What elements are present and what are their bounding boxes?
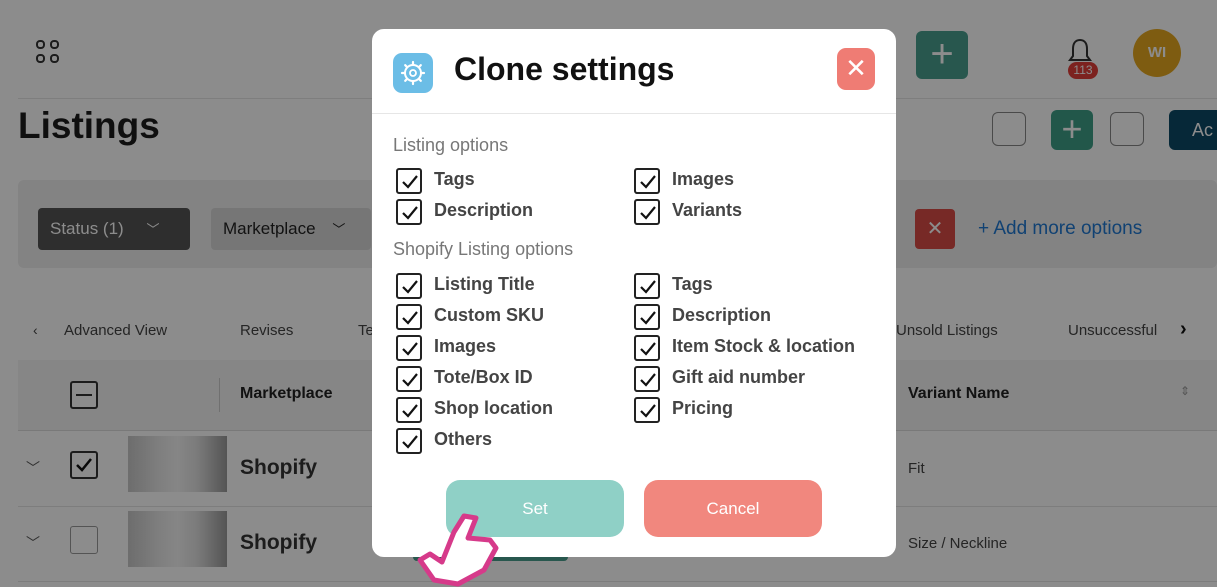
checkbox[interactable] — [634, 199, 660, 225]
option-label: Tags — [672, 274, 713, 294]
checkbox[interactable] — [634, 273, 660, 299]
option-label: Tags — [434, 169, 475, 189]
shopify-options-title: Shopify Listing options — [393, 239, 574, 259]
checkbox[interactable] — [396, 304, 422, 330]
checkbox[interactable] — [634, 168, 660, 194]
checkbox[interactable] — [396, 273, 422, 299]
checkbox[interactable] — [396, 397, 422, 423]
cancel-button[interactable]: Cancel — [644, 480, 822, 537]
option-label: Shop location — [434, 398, 553, 418]
option-label: Variants — [672, 200, 743, 220]
checkbox[interactable] — [634, 335, 660, 361]
checkbox[interactable] — [396, 428, 422, 454]
close-icon[interactable]: ✕ — [837, 48, 875, 90]
checkbox[interactable] — [396, 168, 422, 194]
option-label: Images — [434, 336, 497, 356]
hand-pointer-icon — [417, 513, 499, 587]
checkbox[interactable] — [634, 304, 660, 330]
option-label: Item Stock & location — [672, 336, 856, 356]
listing-options-title: Listing options — [393, 135, 509, 155]
checkbox[interactable] — [634, 366, 660, 392]
option-label: Tote/Box ID — [434, 367, 533, 387]
option-label: Custom SKU — [434, 305, 545, 325]
checkbox[interactable] — [396, 335, 422, 361]
checkbox[interactable] — [396, 366, 422, 392]
checkbox[interactable] — [396, 199, 422, 225]
option-label: Listing Title — [434, 274, 535, 294]
gear-icon — [393, 53, 433, 93]
option-label: Description — [672, 305, 772, 325]
clone-settings-dialog: Clone settings ✕ Listing options Tags Im… — [372, 29, 896, 557]
dialog-header: Clone settings ✕ — [372, 29, 896, 114]
option-label: Others — [434, 429, 493, 449]
option-label: Gift aid number — [672, 367, 806, 387]
checkbox[interactable] — [634, 397, 660, 423]
option-label: Description — [434, 200, 534, 220]
option-label: Images — [672, 169, 735, 189]
dialog-title: Clone settings — [454, 51, 675, 87]
option-label: Pricing — [672, 398, 734, 418]
